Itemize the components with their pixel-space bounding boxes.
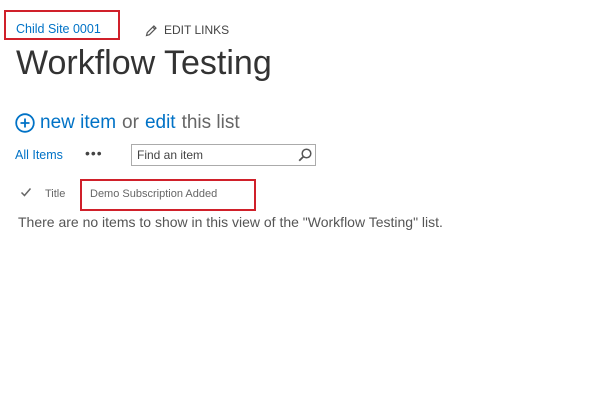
select-all-checkmark-icon[interactable] [20, 186, 32, 198]
column-header-demo-subscription-added[interactable]: Demo Subscription Added [90, 188, 217, 200]
view-all-items-link[interactable]: All Items [15, 148, 63, 162]
more-options-button[interactable]: ••• [85, 145, 103, 161]
new-item-link[interactable]: new item [40, 112, 116, 134]
page-title: Workflow Testing [16, 44, 272, 82]
this-list-text: this list [181, 112, 240, 133]
edit-links-label: EDIT LINKS [164, 23, 230, 37]
edit-links-button[interactable]: EDIT LINKS [145, 21, 229, 39]
empty-list-message: There are no items to show in this view … [18, 214, 443, 230]
search-input[interactable] [132, 145, 292, 165]
plus-circle-icon[interactable] [15, 113, 35, 133]
edit-list-link[interactable]: edit [145, 112, 176, 134]
or-text: or [122, 112, 139, 133]
pencil-icon [145, 24, 157, 36]
column-header-title[interactable]: Title [45, 188, 65, 200]
quick-actions-bar: new item or edit this list [15, 110, 240, 136]
search-box [131, 144, 316, 166]
search-icon[interactable] [297, 147, 313, 163]
breadcrumb-site-link[interactable]: Child Site 0001 [16, 21, 101, 37]
